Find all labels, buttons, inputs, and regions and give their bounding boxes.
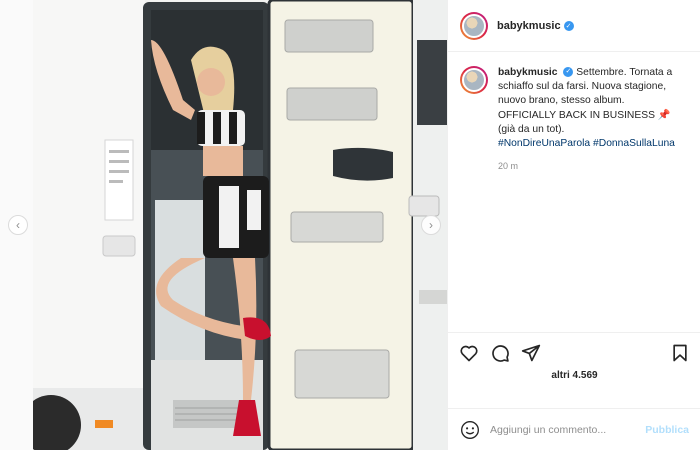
post-photo[interactable]: [33, 0, 447, 450]
verified-badge-icon: ✓: [563, 20, 574, 31]
comment-button[interactable]: [489, 342, 511, 364]
likes-count[interactable]: altri 4.569: [448, 370, 700, 381]
emoji-icon[interactable]: [460, 420, 480, 440]
chevron-right-icon: ›: [429, 218, 433, 232]
post-actions: [448, 332, 700, 372]
save-button[interactable]: [669, 342, 691, 364]
post-modal: ‹ › babykmusic ✓ babykmusic ✓ Settembre.…: [8, 0, 700, 450]
caption-avatar[interactable]: [460, 66, 488, 94]
hashtag-link[interactable]: #NonDireUnaParola: [498, 138, 590, 149]
next-image-button[interactable]: ›: [421, 215, 441, 235]
caption-line-2: schiaffo sul da farsi. Nuova stagione,: [498, 81, 667, 93]
prev-post-button[interactable]: ‹: [8, 215, 28, 235]
comment-icon: [492, 344, 509, 362]
post-username[interactable]: babykmusic: [497, 20, 561, 32]
post-side-panel: babykmusic ✓ babykmusic ✓ Settembre. Tor…: [447, 0, 700, 450]
post-header: babykmusic ✓: [448, 0, 700, 52]
caption-line-5: (già da un tot).: [498, 123, 565, 135]
caption-verified-icon: ✓: [563, 67, 574, 78]
caption-username[interactable]: babykmusic: [498, 67, 558, 78]
post-image: [33, 0, 447, 450]
avatar[interactable]: [460, 11, 488, 40]
share-button[interactable]: [520, 342, 542, 364]
caption-line-1: Settembre. Tornata a: [576, 67, 673, 78]
comment-input[interactable]: [490, 423, 640, 436]
post-timestamp[interactable]: 20 m: [498, 159, 675, 173]
caption-line-3: nuovo brano, stesso album.: [498, 95, 625, 107]
caption-line-4: OFFICIALLY BACK IN BUSINESS 📌: [498, 109, 671, 121]
comment-bar: Pubblica: [448, 408, 700, 450]
post-caption: babykmusic ✓ Settembre. Tornata a schiaf…: [460, 66, 695, 173]
hashtag-link[interactable]: #DonnaSullaLuna: [593, 138, 675, 149]
paper-plane-icon: [521, 344, 541, 361]
like-button[interactable]: [458, 342, 480, 364]
heart-icon: [460, 345, 478, 361]
chevron-left-icon: ‹: [16, 218, 20, 232]
bookmark-icon: [673, 344, 687, 361]
publish-button[interactable]: Pubblica: [645, 424, 689, 436]
